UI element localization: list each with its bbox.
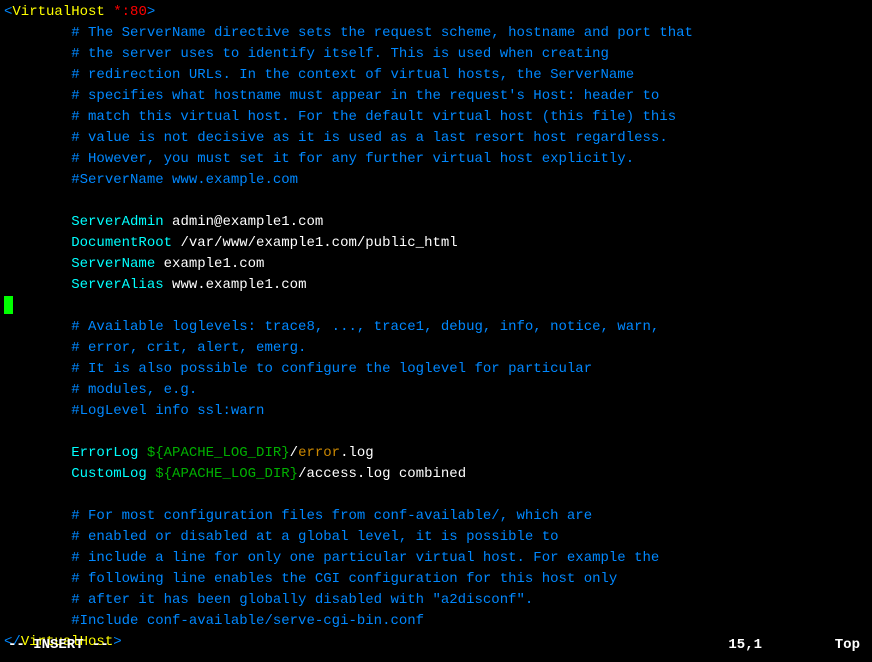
code-line[interactable]: # redirection URLs. In the context of vi… [4,65,868,86]
code-line[interactable] [4,296,868,317]
code-line[interactable]: # For most configuration files from conf… [4,506,868,527]
code-line[interactable]: # Available loglevels: trace8, ..., trac… [4,317,868,338]
code-line[interactable] [4,485,868,506]
cursor-position: 15,1 [728,635,762,656]
code-line[interactable]: DocumentRoot /var/www/example1.com/publi… [4,233,868,254]
code-line[interactable]: # The ServerName directive sets the requ… [4,23,868,44]
code-line[interactable]: # include a line for only one particular… [4,548,868,569]
cursor [4,296,13,314]
vim-editor[interactable]: <VirtualHost *:80> # The ServerName dire… [4,2,868,653]
code-line[interactable]: # following line enables the CGI configu… [4,569,868,590]
vim-mode: -- INSERT -- [8,635,109,656]
code-line[interactable] [4,422,868,443]
code-line[interactable]: # enabled or disabled at a global level,… [4,527,868,548]
code-line[interactable]: ErrorLog ${APACHE_LOG_DIR}/error.log [4,443,868,464]
code-line[interactable]: # match this virtual host. For the defau… [4,107,868,128]
code-line[interactable]: # It is also possible to configure the l… [4,359,868,380]
code-line[interactable]: # after it has been globally disabled wi… [4,590,868,611]
code-line[interactable]: ServerAdmin admin@example1.com [4,212,868,233]
code-line[interactable]: #Include conf-available/serve-cgi-bin.co… [4,611,868,632]
code-line[interactable]: # error, crit, alert, emerg. [4,338,868,359]
code-line[interactable]: # specifies what hostname must appear in… [4,86,868,107]
code-line[interactable]: ServerName example1.com [4,254,868,275]
status-bar: -- INSERT -- 15,1 Top [0,635,872,656]
scroll-position: Top [835,635,864,656]
code-line[interactable]: # value is not decisive as it is used as… [4,128,868,149]
code-line[interactable] [4,191,868,212]
code-line[interactable]: CustomLog ${APACHE_LOG_DIR}/access.log c… [4,464,868,485]
code-line[interactable]: #LogLevel info ssl:warn [4,401,868,422]
code-line[interactable]: ServerAlias www.example1.com [4,275,868,296]
code-line[interactable]: # modules, e.g. [4,380,868,401]
code-line[interactable]: <VirtualHost *:80> [4,2,868,23]
code-line[interactable]: # the server uses to identify itself. Th… [4,44,868,65]
code-line[interactable]: #ServerName www.example.com [4,170,868,191]
code-line[interactable]: # However, you must set it for any furth… [4,149,868,170]
